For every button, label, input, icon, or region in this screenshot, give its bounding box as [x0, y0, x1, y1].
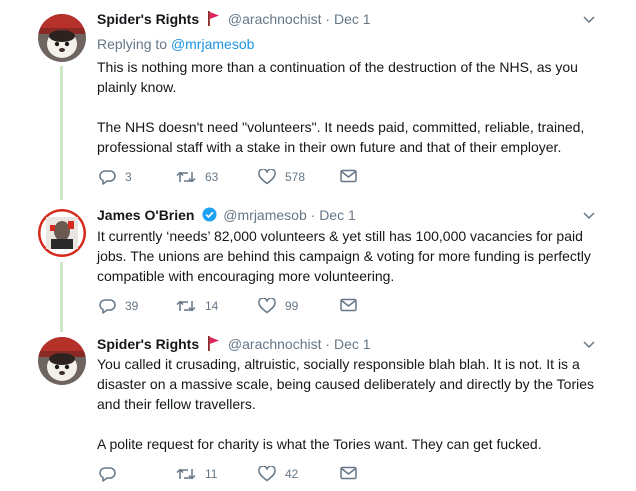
retweet-icon [176, 466, 196, 482]
like-count: 578 [285, 170, 306, 184]
retweet-count: 11 [205, 467, 218, 481]
envelope-icon [340, 298, 357, 312]
like-button[interactable]: 99 [258, 298, 298, 314]
retweet-icon [176, 169, 196, 185]
like-button[interactable]: 42 [258, 466, 298, 482]
direct-message-button[interactable] [340, 298, 357, 312]
tweet-actions: 39 14 99 [97, 298, 397, 318]
reply-count: 3 [125, 170, 132, 184]
author-name[interactable]: Spider's Rights [97, 11, 199, 27]
retweet-button[interactable]: 11 [176, 466, 217, 482]
heart-icon [258, 169, 276, 185]
heart-icon [258, 298, 276, 314]
envelope-icon [340, 466, 357, 480]
author-name[interactable]: James O'Brien [97, 207, 195, 223]
reply-icon [99, 466, 116, 482]
like-count: 42 [285, 467, 299, 481]
avatar-spiders-rights[interactable] [38, 14, 86, 62]
direct-message-button[interactable] [340, 466, 357, 480]
red-flag-icon [207, 336, 220, 355]
tweet-text: You called it crusading, altruistic, soc… [97, 354, 597, 454]
reply-button[interactable]: 39 [99, 298, 138, 314]
separator-dot: · [325, 336, 331, 352]
retweet-count: 14 [205, 299, 219, 313]
tweet-date[interactable]: Dec 1 [319, 207, 356, 223]
retweet-button[interactable]: 63 [176, 169, 218, 185]
chevron-down-icon[interactable] [582, 337, 596, 351]
separator-dot: · [325, 11, 331, 27]
tweet-text: This is nothing more than a continuation… [97, 57, 597, 157]
verified-badge-icon [202, 207, 217, 226]
avatar-james-obrien[interactable] [38, 209, 86, 257]
tweet-date[interactable]: Dec 1 [334, 11, 371, 27]
tweet-text: It currently ‘needs’ 82,000 volunteers &… [97, 226, 597, 286]
retweet-button[interactable]: 14 [176, 298, 218, 314]
tweet-actions: 3 63 578 [97, 169, 397, 189]
tweet-paragraph: This is nothing more than a continuation… [97, 59, 578, 95]
chevron-down-icon[interactable] [582, 12, 596, 26]
separator-dot: · [310, 207, 316, 223]
author-handle[interactable]: @mrjamesob [223, 207, 306, 223]
avatar-spiders-rights[interactable] [38, 337, 86, 385]
thread-line [60, 66, 63, 200]
replying-to-link[interactable]: @mrjamesob [171, 36, 254, 52]
like-count: 99 [285, 299, 299, 313]
author-name[interactable]: Spider's Rights [97, 336, 199, 352]
author-handle[interactable]: @arachnochist [228, 11, 322, 27]
replying-to: Replying to @mrjamesob [97, 35, 254, 53]
chevron-down-icon[interactable] [582, 208, 596, 222]
tweet-header: Spider's Rights @arachnochist · Dec 1 [97, 335, 371, 355]
tweet-paragraph: The NHS doesn't need "volunteers". It ne… [97, 119, 585, 155]
tweet-date[interactable]: Dec 1 [334, 336, 371, 352]
like-button[interactable]: 578 [258, 169, 305, 185]
tweet-paragraph: It currently ‘needs’ 82,000 volunteers &… [97, 228, 591, 284]
replying-to-label: Replying to [97, 36, 168, 52]
author-handle[interactable]: @arachnochist [228, 336, 322, 352]
red-flag-icon [207, 11, 220, 30]
direct-message-button[interactable] [340, 169, 357, 183]
reply-icon [99, 169, 116, 185]
reply-icon [99, 298, 116, 314]
retweet-count: 63 [205, 170, 219, 184]
envelope-icon [340, 169, 357, 183]
reply-count: 39 [125, 299, 139, 313]
retweet-icon [176, 298, 196, 314]
tweet-header: Spider's Rights @arachnochist · Dec 1 [97, 10, 371, 30]
reply-button[interactable] [99, 466, 125, 482]
tweet-paragraph: You called it crusading, altruistic, soc… [97, 356, 595, 412]
thread-line [60, 262, 63, 332]
reply-button[interactable]: 3 [99, 169, 132, 185]
tweet-actions: 11 42 [97, 466, 397, 486]
tweet-paragraph: A polite request for charity is what the… [97, 436, 542, 452]
heart-icon [258, 466, 276, 482]
tweet-header: James O'Brien @mrjamesob · Dec 1 [97, 206, 356, 226]
